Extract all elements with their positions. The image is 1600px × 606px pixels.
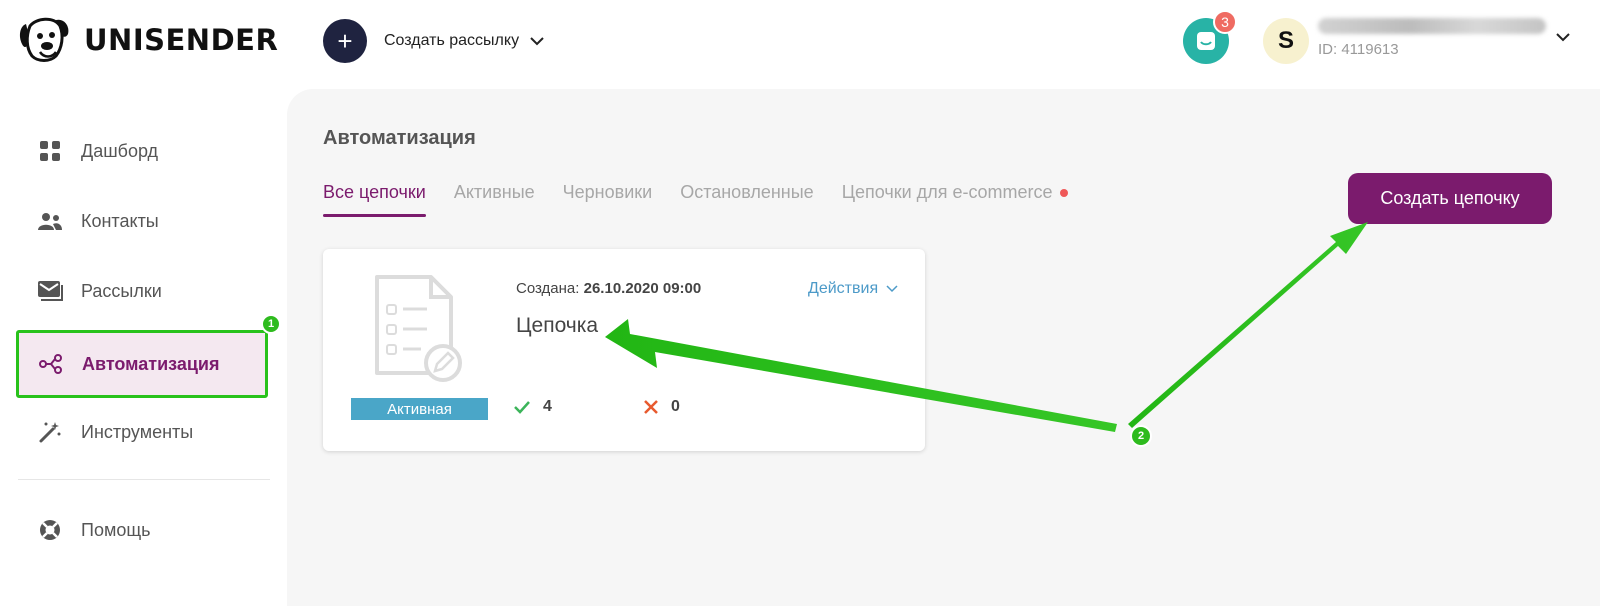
chevron-down-icon[interactable] (529, 36, 545, 46)
created-value: 26.10.2020 09:00 (583, 280, 702, 297)
logo[interactable]: UNISENDER (16, 14, 278, 66)
tab-label: Все цепочки (323, 182, 426, 202)
user-id: ID: 4119613 (1318, 41, 1399, 58)
notifications-button[interactable]: 3 (1183, 10, 1237, 64)
fail-count: 0 (671, 398, 680, 415)
annotation-marker-1: 1 (261, 314, 281, 334)
document-edit-icon (375, 275, 462, 382)
help-lifebuoy-icon (36, 516, 64, 544)
sidebar-item-label: Автоматизация (82, 353, 220, 374)
create-chain-button[interactable]: Создать цепочку (1348, 173, 1552, 224)
new-indicator-dot (1060, 189, 1069, 198)
sidebar-divider (18, 479, 270, 480)
annotation-marker-2: 2 (1130, 425, 1152, 447)
tab-label: Остановленные (680, 182, 814, 202)
dashboard-icon (36, 137, 64, 165)
checkmark-icon (514, 401, 530, 414)
create-mailing-menu[interactable]: + Создать рассылку (323, 19, 545, 63)
tab-label: Цепочки для e-commerce (841, 182, 1053, 202)
user-email-blurred (1318, 18, 1546, 34)
sidebar-item-automation[interactable]: Автоматизация (16, 330, 268, 398)
cross-icon (644, 400, 658, 414)
sidebar-item-label: Контакты (81, 210, 159, 231)
tab-label: Активные (453, 182, 535, 202)
user-menu-chevron-icon[interactable] (1555, 32, 1571, 42)
create-mailing-label[interactable]: Создать рассылку (384, 32, 519, 50)
tab-stopped[interactable]: Остановленные (680, 182, 814, 217)
notification-count-badge: 3 (1213, 10, 1237, 34)
tab-all-chains[interactable]: Все цепочки (323, 182, 426, 217)
sidebar-item-mailings[interactable]: Рассылки (18, 260, 270, 322)
sidebar-item-label: Инструменты (81, 421, 194, 442)
chain-card: Активная Создана: 26.10.2020 09:00 Цепоч… (323, 249, 925, 451)
app-root: UNISENDER + Создать рассылку 3 S ID: 411… (0, 0, 1600, 606)
tab-ecommerce-chains[interactable]: Цепочки для e-commerce (842, 182, 1069, 217)
chevron-down-icon (886, 285, 898, 293)
actions-label: Действия (808, 280, 879, 297)
sidebar-item-label: Рассылки (81, 280, 162, 301)
tab-label: Черновики (562, 182, 653, 202)
dog-logo-icon (19, 17, 69, 62)
logo-text: UNISENDER (84, 23, 279, 57)
tab-drafts[interactable]: Черновики (563, 182, 653, 217)
sidebar-item-contacts[interactable]: Контакты (18, 190, 270, 252)
page-title: Автоматизация (323, 127, 476, 149)
tab-active[interactable]: Активные (454, 182, 535, 217)
sidebar-item-dashboard[interactable]: Дашборд (18, 120, 270, 182)
chat-icon (1197, 32, 1215, 50)
sidebar-item-tools[interactable]: Инструменты (18, 401, 270, 463)
created-date: Создана: 26.10.2020 09:00 (516, 280, 701, 297)
contacts-icon (36, 207, 64, 235)
sidebar-item-label: Помощь (81, 519, 151, 540)
fail-stat: 0 (643, 398, 680, 416)
created-label: Создана: (516, 280, 580, 297)
tabs: Все цепочки Активные Черновики Остановле… (323, 182, 1096, 217)
chain-name[interactable]: Цепочка (516, 314, 598, 338)
main-content: Автоматизация Все цепочки Активные Черно… (287, 89, 1600, 606)
success-stat: 4 (513, 398, 552, 416)
avatar[interactable]: S (1263, 18, 1309, 64)
mailings-icon (36, 277, 64, 305)
sidebar-item-label: Дашборд (81, 140, 159, 161)
success-count: 4 (543, 398, 552, 415)
actions-dropdown[interactable]: Действия (808, 280, 898, 298)
status-badge: Активная (351, 398, 488, 420)
magic-wand-icon (36, 418, 64, 446)
automation-icon (37, 350, 65, 378)
sidebar-item-help[interactable]: Помощь (18, 499, 270, 561)
plus-icon[interactable]: + (323, 19, 367, 63)
